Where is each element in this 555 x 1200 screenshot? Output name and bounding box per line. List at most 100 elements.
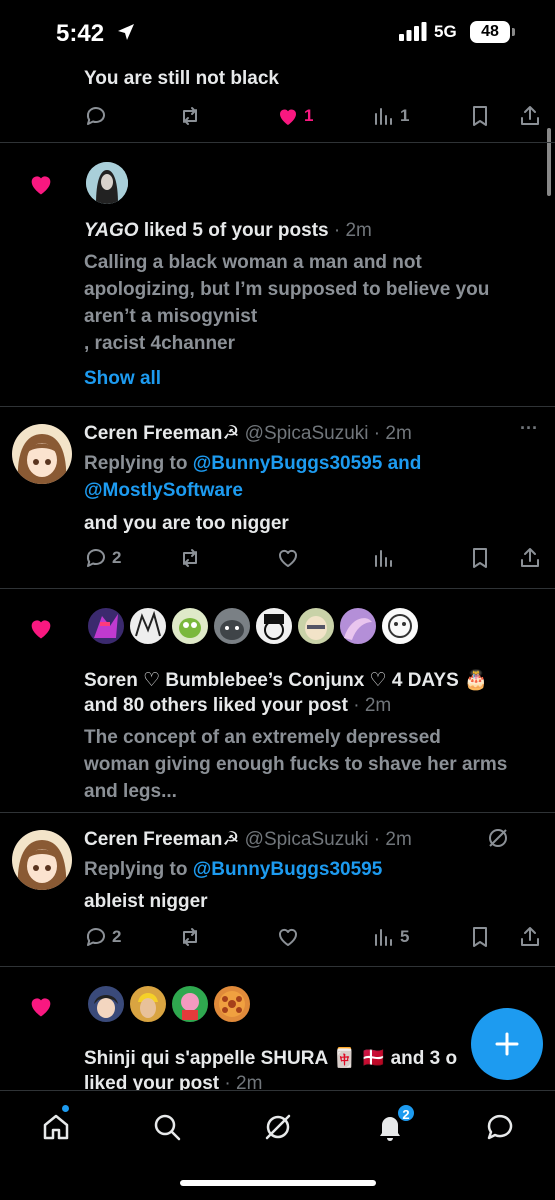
repost-icon — [183, 107, 197, 125]
status-bar: 5:42 5G 48 — [0, 0, 555, 62]
user-handle[interactable]: @SpicaSuzuki — [239, 423, 369, 444]
avatar[interactable] — [338, 606, 378, 646]
repost-button[interactable] — [178, 546, 202, 570]
post-preview: Calling a black woman a man and not apol… — [84, 249, 554, 357]
replying-to: Replying to @BunnyBuggs30595 and @Mostly… — [84, 450, 421, 504]
reply-button[interactable]: 2 — [84, 925, 121, 949]
user-handle[interactable]: @SpicaSuzuki — [239, 829, 369, 850]
notification-action: liked 5 of your posts — [138, 220, 329, 241]
avatar[interactable] — [128, 984, 168, 1024]
plus-icon — [495, 1032, 519, 1056]
status-time: 5:42 — [56, 20, 105, 47]
reply-text: ableist nigger — [84, 891, 208, 912]
reply-icon — [86, 107, 105, 125]
home-icon[interactable] — [40, 1111, 72, 1143]
notifications-badge: 2 — [396, 1103, 416, 1123]
heart-filled-icon — [31, 998, 51, 1017]
views-button[interactable] — [372, 546, 396, 570]
search-icon[interactable] — [151, 1111, 183, 1143]
messages-icon[interactable] — [484, 1111, 516, 1143]
bookmark-button[interactable] — [468, 546, 492, 570]
user-name[interactable]: Ceren Freeman☭ — [84, 829, 239, 850]
timestamp: · 2m — [368, 423, 412, 444]
divider — [0, 966, 555, 967]
replying-prefix: Replying to — [84, 859, 193, 880]
preview-line: Calling a black woman a man and not — [84, 252, 422, 273]
mention-link[interactable]: @BunnyBuggs30595 — [193, 453, 383, 474]
preview-line: and legs... — [84, 781, 177, 802]
bookmark-button[interactable] — [468, 104, 492, 128]
reply-header: Ceren Freeman☭ @SpicaSuzuki · 2m — [84, 422, 412, 445]
views-chart-icon — [375, 929, 392, 946]
preview-line: woman giving enough fucks to shave her a… — [84, 754, 508, 775]
reply-icon — [86, 928, 105, 946]
avatar-image — [86, 162, 128, 204]
timestamp: · 2m — [347, 695, 392, 716]
replying-to: Replying to @BunnyBuggs30595 — [84, 856, 382, 883]
location-arrow-icon — [118, 24, 134, 40]
home-indicator — [180, 1180, 376, 1186]
share-icon — [521, 927, 539, 946]
avatar[interactable] — [212, 606, 252, 646]
bookmark-icon — [473, 106, 487, 126]
avatar[interactable] — [128, 606, 168, 646]
view-count: 1 — [400, 106, 410, 125]
reply-button[interactable]: 2 — [84, 546, 121, 570]
preview-line: apologizing, but I’m supposed to believe… — [84, 279, 490, 300]
home-unread-dot — [61, 1104, 70, 1113]
notification-headline: YAGO liked 5 of your posts · 2m — [84, 220, 372, 242]
share-button[interactable] — [518, 546, 542, 570]
avatar[interactable] — [170, 984, 210, 1024]
views-chart-icon — [375, 550, 392, 567]
bookmark-button[interactable] — [468, 925, 492, 949]
heart-filled-icon — [31, 176, 51, 195]
network-type: 5G — [434, 22, 457, 41]
divider — [0, 588, 555, 589]
reply-count: 2 — [112, 927, 122, 946]
repost-button[interactable] — [178, 104, 202, 128]
user-name[interactable]: Ceren Freeman☭ — [84, 423, 239, 444]
scrollbar[interactable] — [547, 128, 551, 196]
mention-link[interactable]: @MostlySoftware — [84, 480, 243, 501]
share-button[interactable] — [518, 104, 542, 128]
user-name[interactable]: YAGO — [84, 220, 139, 241]
share-button[interactable] — [518, 925, 542, 949]
notification-headline-2: and 80 others liked your post · 2m — [84, 695, 391, 717]
views-button[interactable]: 5 — [372, 925, 409, 949]
like-button[interactable]: 1 — [276, 104, 313, 128]
avatar[interactable] — [86, 606, 126, 646]
cellular-signal-icon — [399, 22, 427, 41]
avatar[interactable] — [380, 606, 420, 646]
avatar[interactable] — [296, 606, 336, 646]
avatar[interactable] — [86, 162, 128, 204]
share-icon — [521, 106, 539, 125]
post-preview: The concept of an extremely depressed wo… — [84, 724, 554, 805]
heart-filled-icon — [280, 109, 296, 125]
reply-text: and you are too nigger — [84, 513, 289, 534]
avatar[interactable] — [170, 606, 210, 646]
grok-icon[interactable] — [262, 1111, 294, 1143]
replying-and: and — [382, 453, 422, 474]
compose-post-button[interactable] — [471, 1008, 543, 1080]
repost-button[interactable] — [178, 925, 202, 949]
replying-prefix: Replying to — [84, 453, 193, 474]
like-button[interactable] — [276, 546, 300, 570]
preview-line: , racist 4channer — [84, 333, 236, 354]
avatar[interactable] — [254, 606, 294, 646]
avatar[interactable] — [12, 830, 72, 890]
show-all-link[interactable]: Show all — [84, 368, 161, 390]
like-button[interactable] — [276, 925, 300, 949]
mention-link[interactable]: @BunnyBuggs30595 — [193, 859, 383, 880]
avatar[interactable] — [212, 984, 252, 1024]
divider — [0, 406, 555, 407]
avatar[interactable] — [86, 984, 126, 1024]
reply-button[interactable] — [84, 104, 108, 128]
more-options-button[interactable]: ··· — [520, 418, 538, 439]
preview-line: The concept of an extremely depressed — [84, 727, 441, 748]
reply-header: Ceren Freeman☭ @SpicaSuzuki · 2m — [84, 828, 412, 851]
grok-icon[interactable] — [486, 826, 510, 850]
battery-cap — [512, 28, 515, 36]
avatar[interactable] — [12, 424, 72, 484]
views-button[interactable]: 1 — [372, 104, 409, 128]
battery-indicator: 48 — [470, 21, 510, 43]
